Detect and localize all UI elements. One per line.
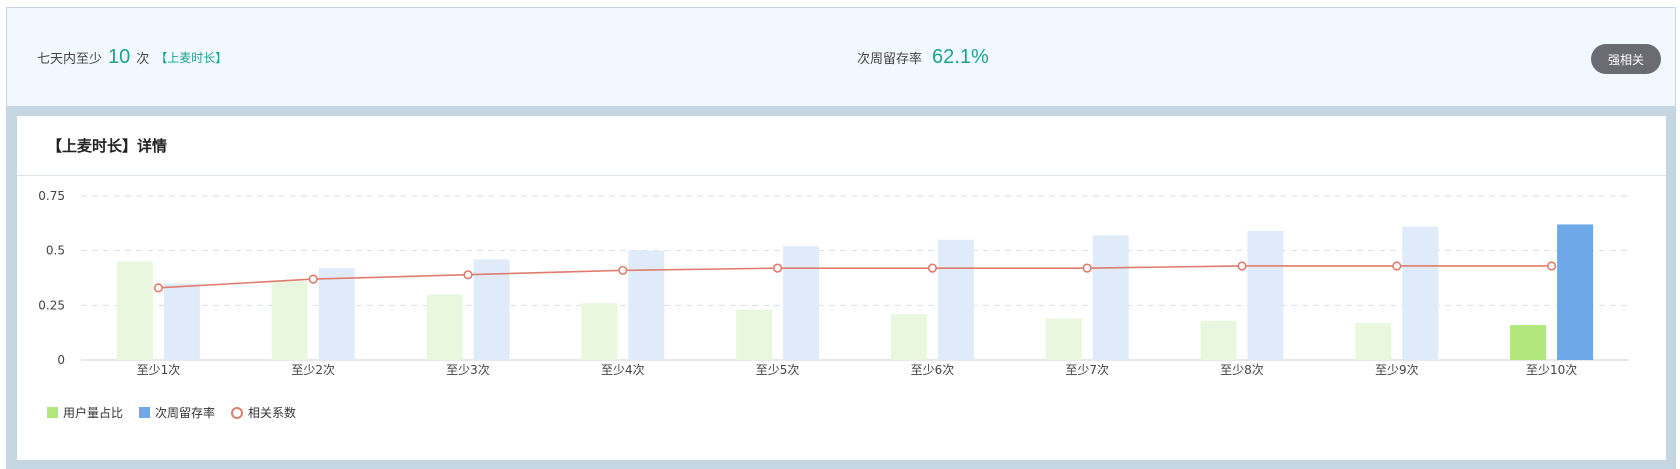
correlation-point [1237, 261, 1247, 271]
bar-retention [163, 283, 200, 360]
x-tick-label: 至少8次 [1220, 363, 1264, 377]
frequency-count: 10 [108, 45, 131, 68]
y-tick-label: 0 [57, 353, 65, 367]
bar-user-share [271, 281, 308, 360]
legend-label-user-share: 用户量占比 [63, 406, 124, 420]
legend-label-correlation: 相关系数 [248, 406, 297, 420]
metric-name: 【上麦时长】 [155, 50, 228, 65]
bars [116, 224, 1594, 360]
x-tick-label: 至少3次 [446, 363, 490, 377]
correlation-point [308, 274, 318, 284]
legend-item-retention[interactable]: 次周留存率 [139, 404, 215, 421]
x-tick-label: 至少2次 [291, 363, 335, 377]
correlation-line [153, 261, 1557, 293]
legend-item-user-share[interactable]: 用户量占比 [47, 404, 123, 421]
x-tick-label: 至少1次 [137, 363, 181, 377]
x-tick-label: 至少5次 [756, 363, 800, 377]
x-tick-label: 至少4次 [601, 363, 645, 377]
correlation-point [153, 283, 163, 293]
x-tick-label: 至少9次 [1375, 363, 1419, 377]
bar-retention [1557, 224, 1594, 360]
correlation-point [1082, 263, 1092, 273]
correlation-point [1392, 261, 1402, 271]
bar-retention [628, 250, 665, 360]
bar-retention [318, 268, 355, 360]
retention-label: 次周留存率 [857, 51, 923, 67]
user-share-swatch [47, 407, 58, 418]
y-tick-label: 0.5 [46, 244, 65, 258]
correlation-marker-icon [231, 406, 244, 419]
frequency-unit: 次 [136, 51, 150, 67]
bar-retention [1092, 235, 1129, 360]
panel-title: 【上麦时长】详情 [17, 116, 1666, 176]
correlation-polyline [158, 265, 1552, 289]
bar-user-share [116, 261, 153, 360]
x-tick-label: 至少6次 [911, 363, 955, 377]
correlation-point [927, 263, 938, 273]
bar-user-share [581, 303, 618, 360]
chart-legend: 用户量占比 次周留存率 相关系数 [47, 404, 296, 421]
correlation-point [1546, 261, 1557, 271]
retention-value: 62.1% [932, 45, 989, 68]
bar-user-share [1200, 320, 1237, 360]
bar-retention [1247, 230, 1284, 360]
legend-label-retention: 次周留存率 [155, 406, 216, 420]
bar-user-share [890, 314, 927, 360]
legend-item-correlation[interactable]: 相关系数 [231, 404, 296, 421]
summary-banner: 七天内至少 10 次 【上麦时长】 次周留存率 62.1% 强相关 [6, 7, 1676, 107]
bar-user-share [426, 294, 463, 360]
y-tick-label: 0.75 [38, 189, 65, 203]
y-tick-label: 0.25 [38, 298, 65, 312]
bar-retention [937, 239, 974, 360]
bar-retention [1402, 226, 1439, 360]
x-axis-ticks: 至少1次 至少2次 至少3次 至少4次 至少5次 至少6次 至少7次 至少8次 至少9次 至少10… [137, 363, 1578, 377]
bar-user-share [1510, 325, 1547, 360]
y-axis-ticks: 0 0.25 0.5 0.75 [38, 189, 65, 367]
correlation-point [772, 263, 783, 273]
correlation-point [463, 270, 473, 280]
x-tick-label: 至少10次 [1526, 363, 1577, 377]
frequency-prefix: 七天内至少 [37, 51, 103, 67]
frequency-summary: 七天内至少 10 次 【上麦时长】 [37, 8, 227, 106]
detail-panel: 【上麦时长】详情 0 0.25 0.5 0.75 至少1次 至少2次 至少3次 至少4次 至少… [17, 116, 1666, 460]
correlation-badge[interactable]: 强相关 [1591, 44, 1661, 74]
page: 七天内至少 10 次 【上麦时长】 次周留存率 62.1% 强相关 【上麦时长】… [0, 0, 1680, 469]
x-tick-label: 至少7次 [1065, 363, 1109, 377]
retention-swatch [139, 407, 151, 418]
correlation-point [618, 265, 628, 275]
bar-user-share [1045, 318, 1082, 360]
bar-user-share [736, 309, 773, 360]
bar-retention [783, 246, 820, 360]
retention-summary: 次周留存率 62.1% [857, 8, 989, 106]
bar-user-share [1355, 322, 1392, 360]
